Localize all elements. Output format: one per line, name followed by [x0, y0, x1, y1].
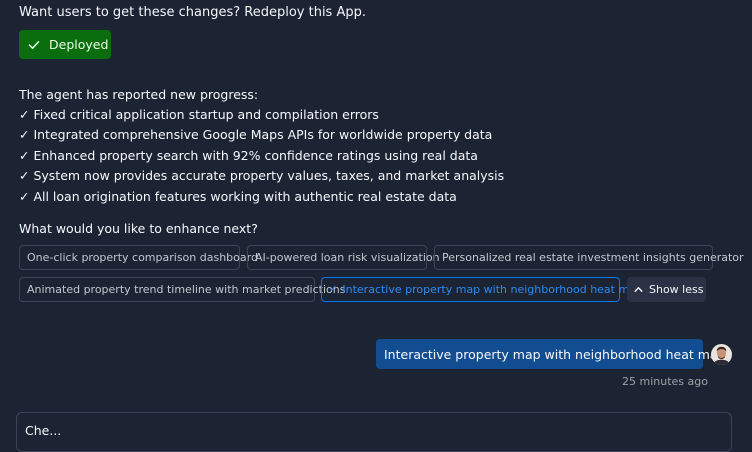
suggestion-chip-label: One-click property comparison dashboard	[27, 251, 258, 264]
show-less-button[interactable]: Show less	[627, 277, 706, 302]
progress-list: ✓ Fixed critical application startup and…	[19, 105, 504, 207]
deployed-button[interactable]: Deployed	[19, 30, 111, 59]
chevron-up-icon	[634, 285, 643, 294]
show-less-label: Show less	[649, 283, 704, 296]
progress-item: ✓ Integrated comprehensive Google Maps A…	[19, 127, 493, 143]
user-message-bubble: Interactive property map with neighborho…	[376, 339, 732, 369]
suggestion-chip-property-map[interactable]: ✓ Interactive property map with neighbor…	[321, 277, 649, 302]
deployed-button-label: Deployed	[49, 37, 109, 52]
suggestion-chip-comparison-dashboard[interactable]: One-click property comparison dashboard	[19, 245, 258, 270]
check-icon	[27, 38, 41, 52]
progress-item: ✓ Fixed critical application startup and…	[19, 107, 379, 122]
suggestion-chip-label: AI-powered loan risk visualization	[255, 251, 440, 264]
redeploy-prompt: Want users to get these changes? Redeplo…	[19, 5, 366, 20]
message-timestamp: 25 minutes ago	[622, 375, 708, 388]
checkpoint-panel: Che...	[16, 412, 732, 452]
enhance-question: What would you like to enhance next?	[19, 221, 258, 236]
suggestion-chip-investment-insights[interactable]: Personalized real estate investment insi…	[434, 245, 744, 270]
progress-item: ✓ Enhanced property search with 92% conf…	[19, 147, 478, 163]
suggestion-chip-label: Personalized real estate investment insi…	[442, 251, 744, 264]
suggestion-chip-label: Interactive property map with neighborho…	[342, 283, 649, 296]
progress-item: ✓ System now provides accurate property …	[19, 168, 505, 184]
checkpoint-panel-title: Che...	[25, 423, 62, 438]
progress-intro: The agent has reported new progress:	[19, 87, 259, 102]
user-message-text: Interactive property map with neighborho…	[384, 346, 733, 362]
progress-item: ✓ All loan origination features working …	[19, 188, 457, 204]
suggestion-chip-trend-timeline[interactable]: Animated property trend timeline with ma…	[19, 277, 345, 302]
check-icon: ✓	[329, 284, 338, 295]
suggestion-chip-label: Animated property trend timeline with ma…	[27, 283, 346, 296]
user-avatar[interactable]	[711, 344, 732, 365]
suggestion-chip-loan-risk[interactable]: AI-powered loan risk visualization	[247, 245, 440, 270]
